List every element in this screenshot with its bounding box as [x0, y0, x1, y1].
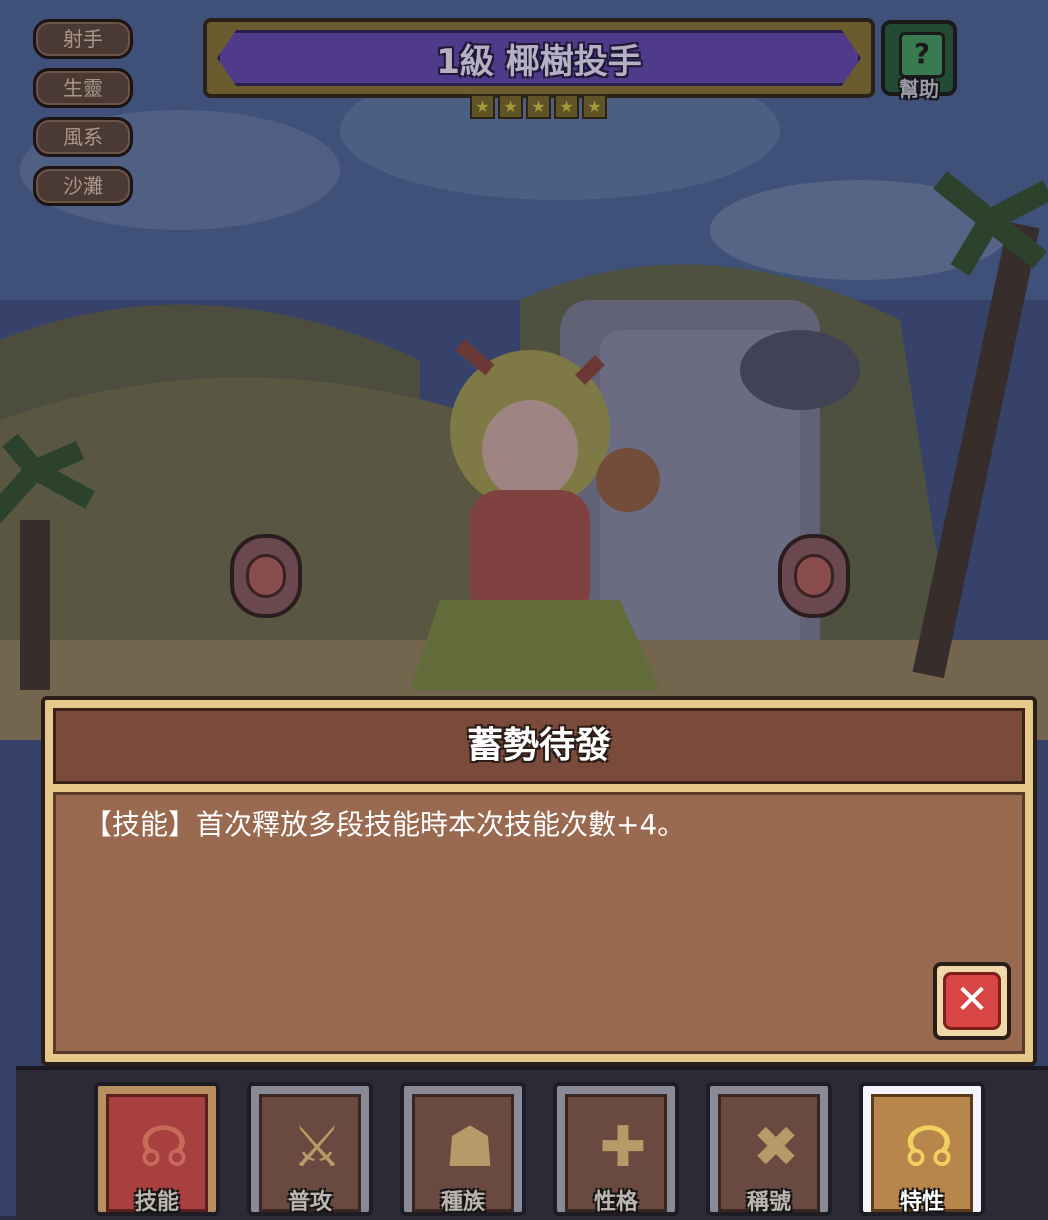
next-unit-button[interactable]: [778, 534, 850, 618]
crossed-swords-icon: ✖: [752, 1115, 800, 1180]
tag-element: 風系: [33, 117, 133, 157]
dialog-header: 蓄勢待發: [53, 708, 1025, 784]
unit-title: 1級 椰樹投手: [436, 42, 642, 82]
dialog-title: 蓄勢待發: [466, 725, 611, 766]
tab-label: 稱號: [746, 1190, 791, 1215]
tab-race[interactable]: ☗ 種族: [400, 1082, 526, 1216]
star-rating: ★ ★ ★ ★ ★: [470, 94, 607, 119]
mushroom-icon: ☗: [444, 1115, 496, 1180]
title-banner: 1級 椰樹投手: [217, 30, 861, 86]
tag-class: 射手: [33, 19, 133, 59]
tag-terrain: 沙灘: [33, 166, 133, 206]
tab-label: 普攻: [287, 1190, 332, 1215]
star-icon: ★: [498, 94, 523, 119]
tab-title[interactable]: ✖ 稱號: [706, 1082, 832, 1216]
tab-skill[interactable]: ☊ 技能: [94, 1082, 220, 1216]
star-icon: ★: [526, 94, 551, 119]
trait-dialog: 蓄勢待發 【技能】首次釋放多段技能時本次技能次數+4。 ✕: [41, 696, 1037, 1066]
help-label: 幫助: [899, 77, 939, 101]
unit-title-bar: 1級 椰樹投手: [203, 18, 875, 98]
tab-label: 種族: [440, 1190, 485, 1215]
star-icon: ★: [554, 94, 579, 119]
sword-icon: ⚔: [291, 1115, 343, 1180]
trait-description: 【技能】首次釋放多段技能時本次技能次數+4。: [84, 808, 686, 841]
star-icon: ★: [582, 94, 607, 119]
prev-unit-button[interactable]: [230, 534, 302, 618]
tab-normal-attack[interactable]: ⚔ 普攻: [247, 1082, 373, 1216]
tab-label: 技能: [134, 1190, 179, 1215]
heart-gem-icon: [246, 554, 286, 598]
trait-emblem-icon: ☊: [904, 1115, 954, 1180]
skill-emblem-icon: ☊: [139, 1115, 189, 1180]
tab-label: 性格: [593, 1190, 638, 1215]
help-button[interactable]: ? 幫助: [881, 20, 957, 101]
tab-trait[interactable]: ☊ 特性: [859, 1082, 985, 1216]
question-icon: ?: [899, 32, 945, 78]
tab-personality[interactable]: ✚ 性格: [553, 1082, 679, 1216]
tab-label: 特性: [899, 1190, 944, 1215]
close-button[interactable]: ✕: [933, 962, 1011, 1040]
dialog-body: 【技能】首次釋放多段技能時本次技能次數+4。: [53, 792, 1025, 1054]
tag-race: 生靈: [33, 68, 133, 108]
close-icon: ✕: [943, 972, 1001, 1030]
star-icon: ★: [470, 94, 495, 119]
heart-gem-icon: [794, 554, 834, 598]
cross-icon: ✚: [599, 1115, 647, 1180]
